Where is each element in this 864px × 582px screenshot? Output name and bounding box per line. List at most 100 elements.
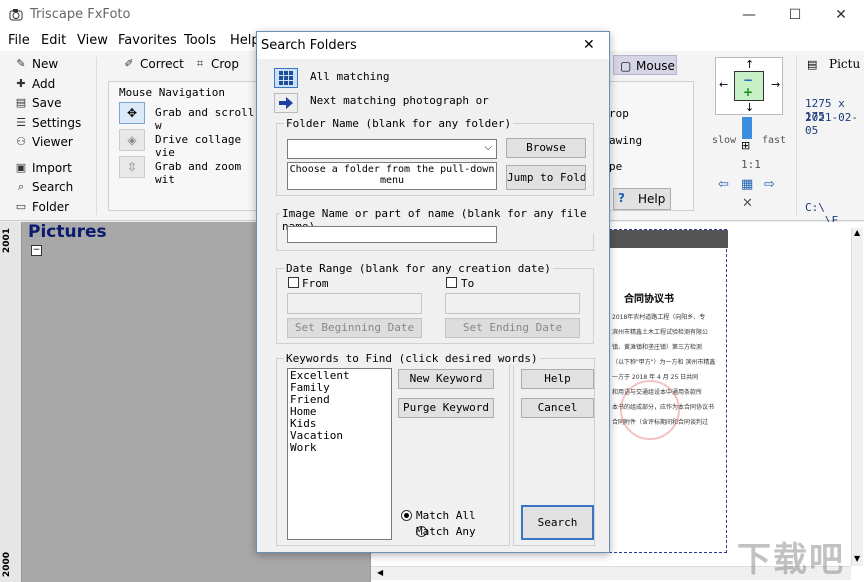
- pan-up-icon[interactable]: ↑: [745, 58, 754, 71]
- set-ending-date-button: Set Ending Date: [445, 318, 580, 338]
- from-date-field: [287, 293, 422, 314]
- year-top-label: 2001: [2, 228, 12, 254]
- folder-dropdown[interactable]: ⌵: [287, 139, 497, 159]
- zoom-icon: ⇳: [126, 160, 138, 174]
- fit-icon[interactable]: ⊞: [741, 139, 750, 152]
- drive-collage-button[interactable]: ◈: [119, 129, 145, 151]
- menu-file[interactable]: File: [8, 33, 30, 48]
- match-all-label: Match All: [416, 509, 476, 522]
- set-beginning-date-button: Set Beginning Date: [287, 318, 422, 338]
- folder-hint-line: Choose a folder from the pull-down: [289, 164, 495, 175]
- jump-to-folder-button[interactable]: Jump to Folder: [506, 165, 586, 190]
- tab-mouse[interactable]: ▢ Mouse: [613, 55, 677, 75]
- navigation-pad: ↑ ← → ↓ − +: [715, 57, 783, 115]
- app-logo-icon: [8, 7, 24, 23]
- pictures-title: Pictures: [28, 222, 107, 242]
- close-button[interactable]: ✕: [818, 0, 864, 31]
- grab-scroll-button[interactable]: ✥: [119, 102, 145, 124]
- menu-favorites[interactable]: Favorites: [118, 33, 177, 48]
- zoom-ratio-button[interactable]: 1:1: [741, 158, 761, 171]
- year-ruler: 2001 2000: [0, 222, 22, 582]
- next-matching-button[interactable]: [274, 93, 298, 113]
- viewer-button[interactable]: ⚇ Viewer: [14, 135, 73, 149]
- match-all-radio[interactable]: [401, 510, 412, 521]
- image-name-input[interactable]: [287, 226, 497, 243]
- collapse-toggle[interactable]: −: [31, 245, 42, 256]
- toolbar-help-button[interactable]: ? Help: [613, 188, 671, 210]
- vertical-scrollbar[interactable]: ▲ ▼: [851, 228, 863, 566]
- previous-arrow-icon[interactable]: ⇦: [718, 177, 729, 192]
- pan-right-icon[interactable]: →: [771, 78, 780, 91]
- mouse-navigation-panel: Mouse Navigation ✥ Grab and scroll w ◈ D…: [108, 81, 260, 211]
- viewer-icon: ⚇: [16, 135, 26, 148]
- from-label: From: [302, 277, 329, 290]
- remove-icon[interactable]: ✕: [742, 196, 753, 211]
- search-button[interactable]: ⌕ Search: [14, 180, 73, 194]
- help-icon: ?: [618, 191, 625, 205]
- folder-group-label: Folder Name (blank for any folder): [284, 117, 514, 130]
- scroll-left-icon[interactable]: ◀: [377, 568, 383, 577]
- search-icon: ⌕: [17, 180, 25, 193]
- menu-edit[interactable]: Edit: [41, 33, 66, 48]
- move-icon: ✥: [126, 106, 138, 120]
- dialog-help-button[interactable]: Help: [521, 369, 594, 389]
- document-line: 2018年农村道路工程（向阳乡、专: [612, 314, 706, 321]
- add-button[interactable]: ✚ Add: [14, 77, 55, 91]
- dialog-cancel-button[interactable]: Cancel: [521, 398, 594, 418]
- settings-button[interactable]: ☰ Settings: [14, 116, 81, 130]
- to-date-field: [445, 293, 580, 314]
- import-button[interactable]: ▣ Import: [14, 161, 72, 175]
- folder-hint-box: Choose a folder from the pull-down menu: [287, 162, 497, 190]
- save-button[interactable]: ▤ Save: [14, 96, 62, 110]
- chevron-down-icon: ⌵: [484, 142, 492, 153]
- document-image[interactable]: 合同协议书 2018年农村道路工程（向阳乡、专 滨州市精鑫土木工程试验检测有限公…: [609, 229, 728, 553]
- new-keyword-button[interactable]: New Keyword: [398, 369, 494, 389]
- browse-button[interactable]: Browse: [506, 138, 586, 158]
- folder-button[interactable]: ▭ Folder: [14, 200, 69, 214]
- grid-view-icon[interactable]: ▦: [741, 177, 753, 192]
- to-checkbox[interactable]: [446, 277, 457, 288]
- minimize-button[interactable]: —: [726, 0, 772, 31]
- toolbar-divider: [96, 57, 97, 215]
- all-matching-button[interactable]: [274, 68, 298, 88]
- dialog-close-button[interactable]: ✕: [583, 37, 595, 53]
- mouse-nav-title: Mouse Navigation: [119, 86, 225, 99]
- menu-view[interactable]: View: [77, 33, 108, 48]
- drawing-tool-partial[interactable]: awing: [609, 134, 642, 147]
- document-line: 一方于 2018 年 4 月 25 日共同: [612, 374, 699, 381]
- crop-label: Crop: [211, 57, 240, 71]
- mouse-icon: ▢: [620, 59, 632, 73]
- scroll-up-icon[interactable]: ▲: [854, 228, 860, 237]
- crop-tool-partial[interactable]: rop: [609, 107, 629, 120]
- watermark: 下载吧: [737, 540, 845, 580]
- grid-icon: [279, 71, 293, 85]
- grab-zoom-button[interactable]: ⇳: [119, 156, 145, 178]
- next-arrow-icon[interactable]: ⇨: [764, 177, 775, 192]
- document-line: 镇、黄滩镇和垄庄镇）第三方检测: [612, 344, 703, 351]
- crop-button[interactable]: ⌗ Crop: [193, 57, 239, 71]
- shape-tool-partial[interactable]: pe: [609, 160, 622, 173]
- new-button[interactable]: ✎ New: [14, 57, 58, 71]
- keyword-item[interactable]: Work: [290, 442, 389, 454]
- picture-tab-icon: ▤: [807, 58, 818, 71]
- all-matching-label: All matching: [310, 70, 390, 83]
- search-submit-button[interactable]: Search: [521, 505, 594, 540]
- new-icon: ✎: [16, 57, 26, 70]
- menu-tools[interactable]: Tools: [184, 33, 216, 48]
- info-tab-label[interactable]: Pictu: [829, 57, 860, 71]
- maximize-button[interactable]: ☐: [772, 0, 818, 31]
- scroll-down-icon[interactable]: ▼: [854, 554, 860, 563]
- folder-hint-line: menu: [379, 175, 405, 186]
- settings-label: Settings: [32, 116, 82, 130]
- pan-down-icon[interactable]: ↓: [745, 101, 754, 114]
- match-any-label: Match Any: [416, 525, 476, 538]
- zoom-in-icon[interactable]: +: [743, 85, 753, 99]
- keywords-list[interactable]: Excellent Family Friend Home Kids Vacati…: [287, 368, 392, 540]
- pan-left-icon[interactable]: ←: [719, 78, 728, 91]
- from-checkbox[interactable]: [288, 277, 299, 288]
- zoom-slider-thumb[interactable]: [742, 117, 752, 139]
- grab-zoom-label: Grab and zoom wit: [155, 160, 242, 186]
- purge-keyword-button[interactable]: Purge Keyword: [398, 398, 494, 418]
- correct-button[interactable]: ✐ Correct: [122, 57, 183, 71]
- viewer-label: Viewer: [32, 135, 73, 149]
